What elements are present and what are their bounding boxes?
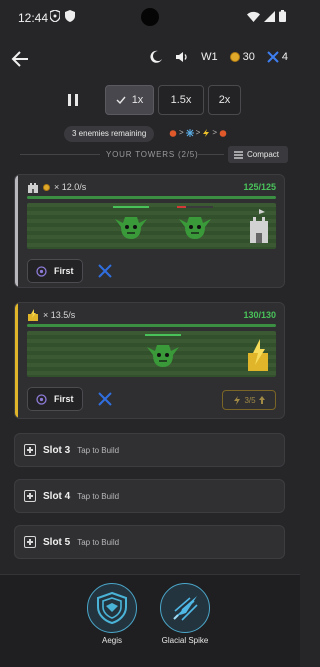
lightning-tower-icon: [28, 309, 38, 321]
build-slot[interactable]: Slot 5 Tap to Build: [14, 525, 285, 559]
tower-stats: × 13.5/s: [27, 309, 75, 321]
vpn-shield-icon: [50, 10, 60, 22]
crossed-swords-icon[interactable]: [97, 263, 113, 279]
enemy-sequence: > > >: [169, 128, 227, 137]
fire-rate-icon: [43, 183, 50, 191]
crossed-swords-icon[interactable]: [97, 391, 113, 407]
tower-card[interactable]: × 12.0/s 125/125 First: [14, 174, 285, 288]
target-mode-label: First: [54, 266, 74, 276]
signal-icon: [264, 10, 275, 22]
slot-name: Slot 5: [43, 536, 71, 548]
target-icon: [36, 393, 47, 405]
ability-aegis-button[interactable]: Aegis: [87, 583, 137, 645]
fire-icon: [169, 129, 177, 137]
slot-hint: Tap to Build: [77, 491, 120, 501]
ability-label: Aegis: [101, 636, 122, 645]
towers-section-title: YOUR TOWERS (2/5): [106, 150, 199, 159]
slot-hint: Tap to Build: [77, 537, 120, 547]
castle-tower-icon: [28, 183, 38, 193]
status-bar: 12:44: [0, 0, 300, 36]
back-arrow-icon[interactable]: [10, 49, 32, 69]
enemy-hp-bar: [113, 206, 149, 208]
target-icon: [36, 265, 47, 277]
ability-label: Glacial Spike: [161, 636, 209, 645]
ability-tray: Aegis Glacial Spike: [0, 574, 300, 667]
towers-section-header: YOUR TOWERS (2/5) Compact: [20, 146, 288, 164]
shield-icon: [97, 592, 127, 624]
wave-indicator: W1: [201, 51, 218, 63]
upgrade-arrow-icon: [258, 396, 265, 404]
status-time: 12:44: [18, 11, 49, 25]
slot-name: Slot 3: [43, 444, 71, 456]
add-icon: [24, 490, 36, 502]
speed-1x-label: 1x: [131, 94, 144, 106]
ability-circle: [160, 583, 210, 633]
lives-counter: 4: [267, 51, 288, 63]
tower-hp: 130/130: [243, 310, 276, 320]
speed-2x-button[interactable]: 2x: [208, 85, 241, 115]
fire-icon: [219, 129, 227, 137]
build-slot[interactable]: Slot 4 Tap to Build: [14, 479, 285, 513]
upgrade-button[interactable]: 3/5: [222, 390, 276, 410]
tower-card-accent: [15, 175, 18, 287]
moon-icon[interactable]: [149, 50, 163, 64]
tower-hp: 125/125: [243, 182, 276, 192]
lives-count: 4: [281, 51, 288, 63]
coin-icon: [229, 52, 240, 62]
build-slot[interactable]: Slot 3 Tap to Build: [14, 433, 285, 467]
slot-hint: Tap to Build: [77, 445, 120, 455]
sound-icon[interactable]: [175, 50, 189, 64]
coin-count: 30: [242, 51, 255, 63]
camera-cutout: [141, 8, 159, 26]
enemy-hp-bar: [177, 206, 213, 208]
speed-1-5x-button[interactable]: 1.5x: [158, 85, 204, 115]
speed-controls: 1x 1.5x 2x: [0, 84, 300, 116]
wifi-icon: [247, 11, 260, 22]
lightning-icon: [234, 395, 241, 405]
add-icon: [24, 444, 36, 456]
slot-name: Slot 4: [43, 490, 71, 502]
tower-lane: [27, 203, 276, 249]
speed-1-5x-label: 1.5x: [170, 94, 192, 106]
target-mode-label: First: [54, 394, 74, 404]
coin-counter: 30: [229, 51, 255, 63]
battery-icon: [279, 10, 286, 22]
crossed-swords-icon: [267, 51, 279, 63]
security-shield-icon: [65, 10, 75, 22]
lightning-icon: [203, 128, 210, 137]
tower-hp-bar: [27, 324, 276, 327]
tower-stats: × 12.0/s: [27, 181, 86, 193]
castle-tower-icon: [250, 209, 268, 243]
compact-label: Compact: [247, 150, 280, 159]
tower-fire-rate: × 12.0/s: [54, 182, 87, 192]
ability-glacial-spike-button[interactable]: Glacial Spike: [160, 583, 210, 645]
upgrade-level: 3/5: [244, 395, 256, 405]
speed-1x-button[interactable]: 1x: [105, 85, 154, 115]
enemy-hp-bar: [145, 334, 181, 336]
enemies-remaining-badge: 3 enemies remaining: [64, 126, 155, 142]
goblin-enemy-icon: [115, 217, 147, 239]
tower-lane: [27, 331, 276, 377]
check-icon: [116, 96, 126, 104]
pause-icon[interactable]: [64, 91, 82, 109]
tower-card-accent: [15, 303, 18, 418]
speed-2x-label: 2x: [218, 94, 231, 106]
tower-card[interactable]: × 13.5/s 130/130 First 3/5: [14, 302, 285, 419]
goblin-enemy-icon: [179, 217, 211, 239]
ice-spike-icon: [173, 596, 198, 621]
game-topbar: W1 30 4: [0, 42, 300, 76]
list-icon: [234, 150, 243, 159]
tower-hp-bar: [27, 196, 276, 199]
add-icon: [24, 536, 36, 548]
target-mode-button[interactable]: First: [27, 259, 83, 283]
compact-toggle-button[interactable]: Compact: [228, 146, 288, 163]
snowflake-icon: [185, 128, 194, 137]
goblin-enemy-icon: [147, 345, 179, 367]
target-mode-button[interactable]: First: [27, 387, 83, 411]
tower-fire-rate: × 13.5/s: [43, 310, 76, 320]
lightning-tower-icon: [248, 339, 268, 371]
ability-circle: [87, 583, 137, 633]
